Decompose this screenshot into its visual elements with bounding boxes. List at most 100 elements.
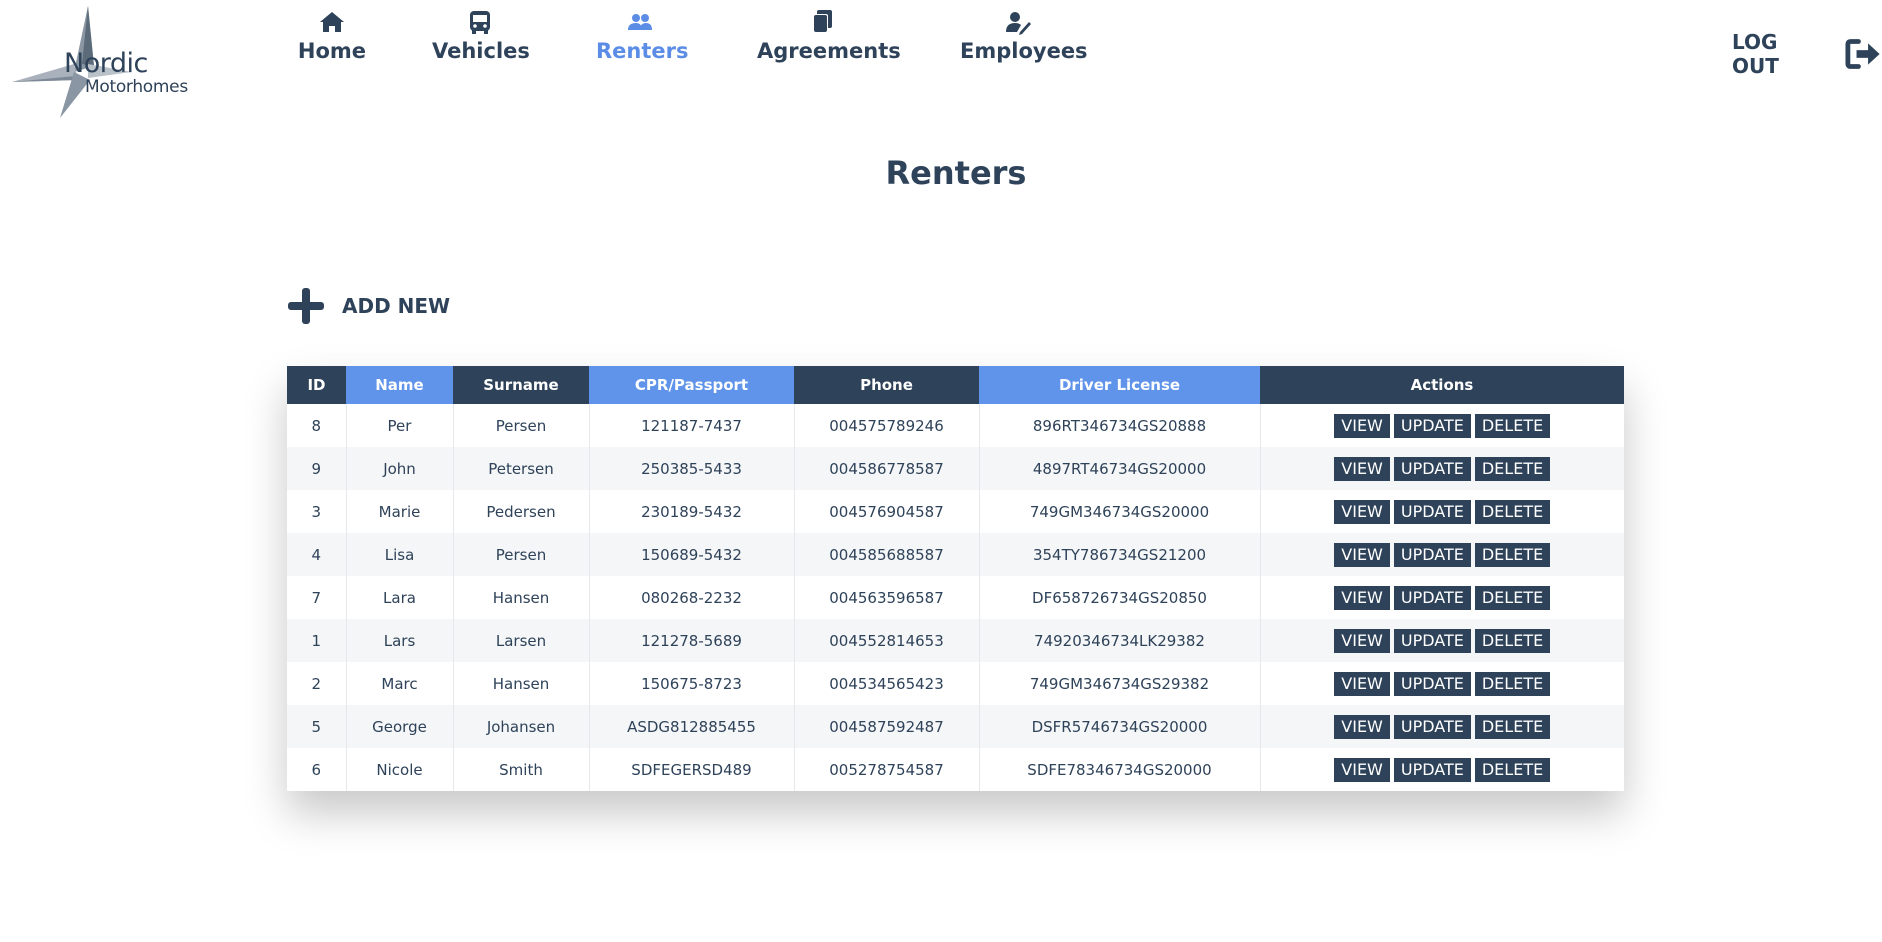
cell-driver-license: DF658726734GS20850 bbox=[979, 576, 1261, 619]
nav-home[interactable]: Home bbox=[292, 8, 372, 63]
update-button[interactable]: UPDATE bbox=[1393, 499, 1471, 524]
cell-id: 8 bbox=[287, 404, 347, 447]
cell-phone: 004576904587 bbox=[794, 490, 980, 533]
cell-actions: VIEW UPDATE DELETE bbox=[1260, 576, 1624, 619]
update-button[interactable]: UPDATE bbox=[1393, 628, 1471, 653]
update-button[interactable]: UPDATE bbox=[1393, 413, 1471, 438]
table-row: 1 Lars Larsen 121278-5689 004552814653 7… bbox=[287, 619, 1624, 662]
column-header-surname[interactable]: Surname bbox=[453, 366, 589, 404]
cell-id: 3 bbox=[287, 490, 347, 533]
cell-actions: VIEW UPDATE DELETE bbox=[1260, 705, 1624, 748]
update-button[interactable]: UPDATE bbox=[1393, 585, 1471, 610]
cell-actions: VIEW UPDATE DELETE bbox=[1260, 447, 1624, 490]
view-button[interactable]: VIEW bbox=[1334, 714, 1390, 739]
cell-name: Marie bbox=[346, 490, 454, 533]
cell-name: Per bbox=[346, 404, 454, 447]
column-header-actions: Actions bbox=[1260, 366, 1624, 404]
column-header-phone[interactable]: Phone bbox=[794, 366, 979, 404]
cell-cpr-passport: ASDG812885455 bbox=[589, 705, 795, 748]
cell-actions: VIEW UPDATE DELETE bbox=[1260, 748, 1624, 791]
cell-driver-license: DSFR5746734GS20000 bbox=[979, 705, 1261, 748]
view-button[interactable]: VIEW bbox=[1334, 542, 1390, 567]
update-button[interactable]: UPDATE bbox=[1393, 714, 1471, 739]
page-title: Renters bbox=[885, 154, 1027, 192]
delete-button[interactable]: DELETE bbox=[1474, 456, 1551, 481]
logo[interactable]: Nordic Motorhomes bbox=[12, 6, 202, 118]
cell-name: Lara bbox=[346, 576, 454, 619]
column-header-cpr-passport[interactable]: CPR/Passport bbox=[589, 366, 794, 404]
column-header-id[interactable]: ID bbox=[287, 366, 346, 404]
cell-phone: 004587592487 bbox=[794, 705, 980, 748]
cell-name: John bbox=[346, 447, 454, 490]
delete-button[interactable]: DELETE bbox=[1474, 628, 1551, 653]
delete-button[interactable]: DELETE bbox=[1474, 714, 1551, 739]
cell-actions: VIEW UPDATE DELETE bbox=[1260, 619, 1624, 662]
view-button[interactable]: VIEW bbox=[1334, 671, 1390, 696]
table-row: 9 John Petersen 250385-5433 004586778587… bbox=[287, 447, 1624, 490]
cell-driver-license: 896RT346734GS20888 bbox=[979, 404, 1261, 447]
view-button[interactable]: VIEW bbox=[1334, 628, 1390, 653]
cell-name: Nicole bbox=[346, 748, 454, 791]
view-button[interactable]: VIEW bbox=[1334, 499, 1390, 524]
home-icon bbox=[320, 12, 344, 32]
column-header-driver-license[interactable]: Driver License bbox=[979, 366, 1260, 404]
cell-id: 6 bbox=[287, 748, 347, 791]
view-button[interactable]: VIEW bbox=[1334, 456, 1390, 481]
delete-button[interactable]: DELETE bbox=[1474, 585, 1551, 610]
nav-vehicles[interactable]: Vehicles bbox=[432, 8, 530, 63]
update-button[interactable]: UPDATE bbox=[1393, 456, 1471, 481]
update-button[interactable]: UPDATE bbox=[1393, 671, 1471, 696]
logout-label: LOG OUT bbox=[1732, 30, 1779, 78]
view-button[interactable]: VIEW bbox=[1334, 757, 1390, 782]
cell-driver-license: SDFE78346734GS20000 bbox=[979, 748, 1261, 791]
cell-id: 4 bbox=[287, 533, 347, 576]
users-icon bbox=[628, 14, 652, 30]
delete-button[interactable]: DELETE bbox=[1474, 671, 1551, 696]
cell-surname: Petersen bbox=[453, 447, 590, 490]
delete-button[interactable]: DELETE bbox=[1474, 542, 1551, 567]
add-new-label: ADD NEW bbox=[342, 294, 451, 318]
cell-phone: 004563596587 bbox=[794, 576, 980, 619]
cell-actions: VIEW UPDATE DELETE bbox=[1260, 404, 1624, 447]
cell-surname: Larsen bbox=[453, 619, 590, 662]
cell-name: George bbox=[346, 705, 454, 748]
documents-icon bbox=[813, 10, 832, 33]
delete-button[interactable]: DELETE bbox=[1474, 413, 1551, 438]
nav-home-label: Home bbox=[297, 39, 367, 63]
column-header-name[interactable]: Name bbox=[346, 366, 453, 404]
nav-employees[interactable]: Employees bbox=[960, 8, 1088, 63]
cell-actions: VIEW UPDATE DELETE bbox=[1260, 533, 1624, 576]
cell-driver-license: 749GM346734GS29382 bbox=[979, 662, 1261, 705]
delete-button[interactable]: DELETE bbox=[1474, 499, 1551, 524]
table-row: 7 Lara Hansen 080268-2232 004563596587 D… bbox=[287, 576, 1624, 619]
cell-cpr-passport: 121278-5689 bbox=[589, 619, 795, 662]
cell-surname: Smith bbox=[453, 748, 590, 791]
nav-renters[interactable]: Renters bbox=[596, 8, 689, 63]
cell-id: 2 bbox=[287, 662, 347, 705]
cell-id: 7 bbox=[287, 576, 347, 619]
cell-name: Lars bbox=[346, 619, 454, 662]
update-button[interactable]: UPDATE bbox=[1393, 757, 1471, 782]
logout-button[interactable]: LOG OUT bbox=[1732, 30, 1882, 78]
view-button[interactable]: VIEW bbox=[1334, 413, 1390, 438]
cell-id: 5 bbox=[287, 705, 347, 748]
cell-cpr-passport: 230189-5432 bbox=[589, 490, 795, 533]
user-edit-icon bbox=[1006, 12, 1031, 35]
cell-phone: 004575789246 bbox=[794, 404, 980, 447]
add-new-button[interactable]: ADD NEW bbox=[288, 288, 450, 324]
cell-surname: Hansen bbox=[453, 576, 590, 619]
table-row: 6 Nicole Smith SDFEGERSD489 005278754587… bbox=[287, 748, 1624, 791]
update-button[interactable]: UPDATE bbox=[1393, 542, 1471, 567]
cell-cpr-passport: 150675-8723 bbox=[589, 662, 795, 705]
cell-name: Marc bbox=[346, 662, 454, 705]
nav-agreements[interactable]: Agreements bbox=[757, 8, 901, 63]
renters-table: ID Name Surname CPR/Passport Phone Drive… bbox=[287, 366, 1624, 791]
nav-vehicles-label: Vehicles bbox=[432, 39, 530, 63]
table-row: 8 Per Persen 121187-7437 004575789246 89… bbox=[287, 404, 1624, 447]
cell-surname: Hansen bbox=[453, 662, 590, 705]
cell-cpr-passport: SDFEGERSD489 bbox=[589, 748, 795, 791]
view-button[interactable]: VIEW bbox=[1334, 585, 1390, 610]
delete-button[interactable]: DELETE bbox=[1474, 757, 1551, 782]
cell-name: Lisa bbox=[346, 533, 454, 576]
cell-actions: VIEW UPDATE DELETE bbox=[1260, 490, 1624, 533]
